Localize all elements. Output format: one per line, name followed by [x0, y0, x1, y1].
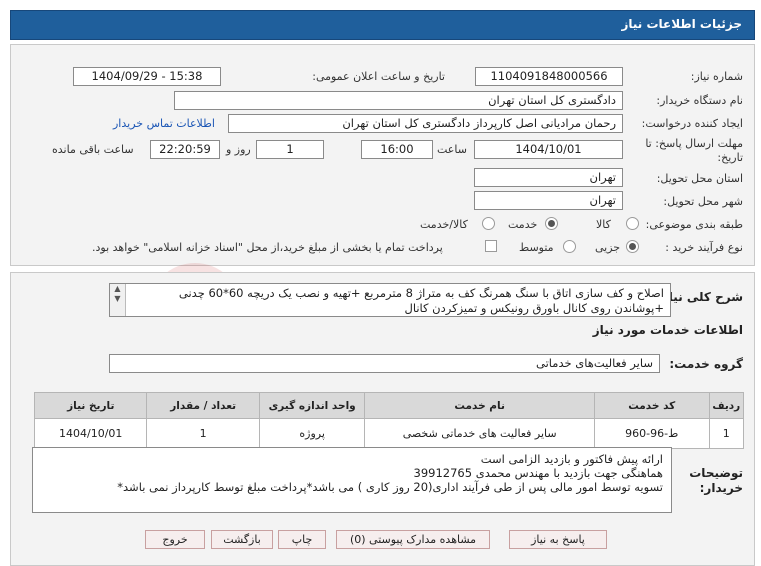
remaining-time-field: 22:20:59 — [150, 140, 220, 159]
category-goods-service-label: کالا/خدمت — [420, 218, 468, 231]
process-minor-label: جزیی — [595, 241, 621, 254]
col-row-number: ردیف — [708, 392, 745, 419]
province-label: استان محل تحویل: — [656, 172, 743, 185]
deadline-date-label: تاریخ: — [717, 151, 743, 164]
cell-service-code: ط-96-960 — [593, 418, 710, 449]
category-service-radio[interactable] — [545, 217, 558, 230]
summary-textarea[interactable]: ▲ ▼ اصلاح و کف سازی اتاق با سنگ همرنگ کف… — [109, 283, 671, 317]
deadline-label: مهلت ارسال پاسخ: تا — [645, 137, 743, 150]
col-service-name: نام خدمت — [364, 392, 595, 419]
remaining-time-label: ساعت باقی مانده — [52, 143, 134, 156]
buyer-contact-link[interactable]: اطلاعات تماس خریدار — [113, 117, 215, 130]
buyer-notes-label-1: توضیحات — [689, 466, 743, 480]
day-count-field: 1 — [256, 140, 324, 159]
creator-field: رحمان مرادیانی اصل کارپرداز دادگستری کل … — [228, 114, 623, 133]
col-quantity: تعداد / مقدار — [146, 392, 260, 419]
category-goods-radio[interactable] — [626, 217, 639, 230]
back-button[interactable]: بازگشت — [211, 530, 273, 549]
summary-scrollbar[interactable]: ▲ ▼ — [110, 284, 126, 316]
category-goods-label: کالا — [596, 218, 611, 231]
buyer-org-label: نام دستگاه خریدار: — [656, 94, 743, 107]
announce-date-field: 1404/09/29 - 15:38 — [73, 67, 221, 86]
province-field: تهران — [474, 168, 623, 187]
buyer-notes-line-1: ارائه پیش فاکتور و بازدید الزامی است — [480, 452, 663, 466]
col-service-code: کد خدمت — [593, 392, 710, 419]
summary-line-1: اصلاح و کف سازی اتاق با سنگ همرنگ کف به … — [178, 286, 664, 300]
process-type-label: نوع فرآیند خرید : — [665, 241, 743, 254]
cell-service-name: سایر فعالیت های خدماتی شخصی — [364, 418, 595, 449]
summary-line-2: +پوشاندن روی کانال باورق رونیکس و تمیزکر… — [404, 301, 664, 315]
deadline-time-field: 16:00 — [361, 140, 433, 159]
cell-need-date: 1404/10/01 — [33, 418, 148, 449]
col-need-date: تاریخ نیاز — [33, 392, 148, 419]
category-goods-service-radio[interactable] — [482, 217, 495, 230]
process-minor-radio[interactable] — [626, 240, 639, 253]
buyer-notes-box: ارائه پیش فاکتور و بازدید الزامی است هما… — [32, 447, 672, 513]
scroll-up-icon[interactable]: ▲ — [110, 284, 125, 294]
category-service-label: خدمت — [508, 218, 538, 231]
need-number-field: 1104091848000566 — [475, 67, 623, 86]
services-table: ردیف کد خدمت نام خدمت واحد اندازه گیری ت… — [33, 392, 745, 449]
reply-button[interactable]: پاسخ به نیاز — [509, 530, 607, 549]
cell-unit: پروژه — [258, 418, 366, 449]
process-medium-radio[interactable] — [563, 240, 576, 253]
deadline-date-field: 1404/10/01 — [474, 140, 623, 159]
buyer-notes-label-2: خریدار: — [699, 481, 743, 495]
table-row: 1 ط-96-960 سایر فعالیت های خدماتی شخصی پ… — [33, 418, 745, 449]
page-title: جزئیات اطلاعات نیاز — [621, 17, 742, 31]
service-group-field: سایر فعالیت‌های خدماتی — [109, 354, 660, 373]
city-label: شهر محل تحویل: — [663, 195, 743, 208]
need-number-label: شماره نیاز: — [690, 70, 743, 83]
city-field: تهران — [474, 191, 623, 210]
service-group-label: گروه خدمت: — [669, 357, 743, 371]
category-label: طبقه بندی موضوعی: — [645, 218, 743, 231]
creator-label: ایجاد کننده درخواست: — [641, 117, 743, 130]
announce-date-label: تاریخ و ساعت اعلان عمومی: — [312, 70, 445, 83]
col-unit: واحد اندازه گیری — [258, 392, 366, 419]
buyer-org-field: دادگستری کل استان تهران — [174, 91, 623, 110]
buyer-notes-line-3: تسویه توسط امور مالی پس از طی فرآیند ادا… — [117, 480, 663, 494]
print-button[interactable]: چاپ — [278, 530, 326, 549]
payment-note: پرداخت تمام یا بخشی از مبلغ خرید،از محل … — [92, 241, 443, 254]
services-table-header: ردیف کد خدمت نام خدمت واحد اندازه گیری ت… — [33, 392, 745, 419]
page-header: جزئیات اطلاعات نیاز — [10, 10, 755, 40]
deadline-time-label: ساعت — [437, 143, 467, 156]
view-attachments-button[interactable]: مشاهده مدارک پیوستی (0) — [336, 530, 490, 549]
process-medium-label: متوسط — [519, 241, 554, 254]
services-section-title: اطلاعات خدمات مورد نیاز — [592, 323, 743, 337]
exit-button[interactable]: خروج — [145, 530, 205, 549]
cell-row-number: 1 — [708, 418, 745, 449]
scroll-down-icon[interactable]: ▼ — [110, 294, 125, 304]
days-and-label: روز و — [226, 143, 251, 156]
treasury-checkbox[interactable] — [485, 240, 497, 252]
buyer-notes-line-2: هماهنگی جهت بازدید با مهندس محمدی 399127… — [413, 466, 663, 480]
cell-quantity: 1 — [146, 418, 260, 449]
